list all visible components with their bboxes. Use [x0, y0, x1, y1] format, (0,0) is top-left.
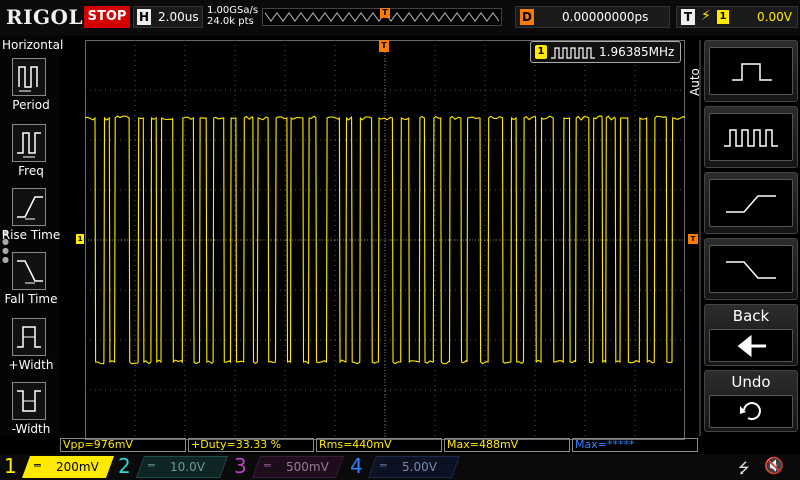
frequency-icon — [12, 124, 46, 162]
channel-1-status[interactable]: 1 ═ 200mV — [4, 454, 115, 478]
trigger-key-label: T — [681, 9, 695, 25]
measure-fall-time-label: Fall Time — [4, 292, 58, 306]
undo-icon — [709, 395, 793, 428]
undo-button[interactable]: Undo — [704, 370, 798, 432]
speaker-muted-icon[interactable]: 🔇 — [764, 456, 784, 475]
measurement-vpp[interactable]: Vpp=976mV — [60, 438, 186, 452]
measurement-positive-duty[interactable]: +Duty=33.33 % — [188, 438, 314, 452]
memory-depth: 24.0k pts — [207, 16, 254, 27]
run-stop-status[interactable]: STOP — [84, 6, 130, 28]
channel-1-number: 1 — [4, 454, 17, 478]
counter-channel: 1 — [535, 45, 547, 59]
usb-icon: ⭍ — [738, 461, 750, 477]
graticule-center-axes — [85, 40, 685, 440]
channel-4-scale: 5.00V — [402, 460, 437, 474]
delay-value: 0.00000000ps — [562, 10, 649, 24]
measure-positive-width-button[interactable]: +Width — [0, 318, 60, 382]
channel-2-status[interactable]: 2 ═ 10.0V — [118, 454, 229, 478]
measure-negative-width-button[interactable]: -Width — [0, 382, 60, 446]
undo-label: Undo — [731, 373, 771, 391]
single-pulse-icon — [709, 47, 793, 95]
waveform-display[interactable] — [85, 40, 685, 440]
trigger-position-marker: T — [380, 8, 390, 18]
measure-menu: Horizontal Period Freq ● ● ● ● Rise Time Fa… — [0, 36, 64, 436]
auto-mode-label: Auto — [688, 68, 702, 96]
trigger-settings[interactable]: T ⚡ 1 0.00V — [676, 6, 798, 28]
measure-frequency-button[interactable]: Freq — [0, 124, 60, 188]
channel-4-number: 4 — [350, 454, 363, 478]
softkey-single-pulse[interactable] — [704, 40, 798, 102]
measure-rise-time-label: Rise Time — [1, 228, 61, 242]
sample-rate: 1.00GSa/s — [207, 5, 259, 16]
channel-status-bar: 1 ═ 200mV 2 ═ 10.0V 3 ═ 500mV 4 ═ 5.00V … — [0, 454, 800, 480]
negative-width-icon — [12, 382, 46, 420]
back-label: Back — [732, 307, 770, 325]
right-menu-divider — [684, 40, 702, 436]
channel-2-scale: 10.0V — [170, 460, 205, 474]
measurement-rms[interactable]: Rms=440mV — [316, 438, 442, 452]
delay-key-label: D — [520, 9, 534, 25]
measure-positive-width-label: +Width — [8, 358, 54, 372]
period-icon — [12, 58, 46, 96]
measurement-results-bar: Vpp=976mV +Duty=33.33 % Rms=440mV Max=48… — [60, 438, 700, 452]
measure-frequency-label: Freq — [18, 164, 44, 178]
horizontal-timebase[interactable]: H 2.00us — [133, 6, 203, 28]
positive-width-icon — [12, 318, 46, 356]
channel-1-scale: 200mV — [56, 460, 99, 474]
trigger-source-channel: 1 — [717, 10, 729, 24]
rising-edge-trigger-icon: ⚡ — [701, 8, 711, 24]
frequency-counter-box: 1 1.96385MHz — [530, 41, 681, 63]
channel-2-number: 2 — [118, 454, 131, 478]
softkey-falling-edge[interactable] — [704, 238, 798, 300]
left-arrow-icon — [709, 329, 793, 362]
measure-negative-width-label: -Width — [11, 422, 51, 436]
pulse-train-icon — [551, 47, 595, 59]
measure-fall-time-button[interactable]: Fall Time — [0, 252, 60, 316]
rise-time-icon — [12, 188, 46, 226]
horizontal-key-label: H — [137, 9, 151, 25]
counter-frequency: 1.96385MHz — [599, 45, 675, 59]
measure-period-button[interactable]: Period — [0, 58, 60, 122]
dc-coupling-icon: ═ — [380, 459, 387, 472]
trigger-delay[interactable]: D 0.00000000ps — [515, 6, 670, 28]
dc-coupling-icon: ═ — [34, 459, 41, 472]
channel-4-status[interactable]: 4 ═ 5.00V — [350, 454, 461, 478]
back-button[interactable]: Back — [704, 304, 798, 366]
top-status-bar: RIGOL STOP H 2.00us 1.00GSa/s 24.0k pts … — [0, 0, 800, 36]
channel-3-status[interactable]: 3 ═ 500mV — [234, 454, 345, 478]
measure-period-label: Period — [12, 98, 50, 112]
channel-3-scale: 500mV — [286, 460, 329, 474]
timebase-value: 2.00us — [158, 10, 199, 24]
channel-1-offset-marker[interactable]: 1 — [76, 234, 84, 244]
measure-rise-time-button[interactable]: Rise Time — [0, 188, 60, 252]
measurement-max-invalid[interactable]: Max=***** — [572, 438, 698, 452]
brand-logo: RIGOL — [6, 5, 84, 29]
falling-edge-icon — [709, 245, 793, 293]
rising-edge-icon — [709, 179, 793, 227]
measure-category-title: Horizontal — [2, 38, 64, 52]
trigger-level: 0.00V — [757, 10, 792, 24]
dc-coupling-icon: ═ — [148, 459, 155, 472]
softkey-rising-edge[interactable] — [704, 172, 798, 234]
acquisition-info: 1.00GSa/s 24.0k pts — [207, 5, 258, 27]
channel-3-number: 3 — [234, 454, 247, 478]
softkey-menu: Back Undo — [704, 40, 800, 436]
softkey-pulse-train[interactable] — [704, 106, 798, 168]
dc-coupling-icon: ═ — [264, 459, 271, 472]
trigger-time-marker: T — [379, 40, 389, 52]
pulse-train-icon — [709, 113, 793, 161]
fall-time-icon — [12, 252, 46, 290]
measurement-max[interactable]: Max=488mV — [444, 438, 570, 452]
